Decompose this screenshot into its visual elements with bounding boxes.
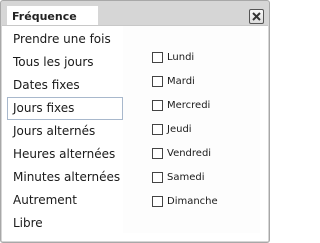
day-selection-panel: Lundi Mardi Mercredi Jeudi Vendredi Same…	[123, 26, 260, 233]
close-button[interactable]	[249, 9, 264, 24]
day-row-lundi: Lundi	[152, 45, 218, 69]
menu-item-autrement[interactable]: Autrement	[7, 189, 123, 212]
menu-item-minutes-alternees[interactable]: Minutes alternées	[7, 166, 123, 189]
frequency-menu: Prendre une fois Tous les jours Dates fi…	[7, 28, 123, 235]
day-label-mardi: Mardi	[167, 75, 195, 87]
menu-item-prendre-une-fois[interactable]: Prendre une fois	[7, 28, 123, 51]
day-checkbox-list: Lundi Mardi Mercredi Jeudi Vendredi Same…	[152, 45, 218, 213]
day-label-jeudi: Jeudi	[167, 123, 192, 135]
menu-item-dates-fixes[interactable]: Dates fixes	[7, 74, 123, 97]
day-row-mardi: Mardi	[152, 69, 218, 93]
menu-item-libre[interactable]: Libre	[7, 212, 123, 235]
menu-item-jours-alternes[interactable]: Jours alternés	[7, 120, 123, 143]
day-label-samedi: Samedi	[167, 171, 205, 183]
tab-frequence[interactable]: Fréquence	[7, 6, 98, 26]
close-icon	[252, 12, 261, 21]
checkbox-lundi[interactable]	[152, 51, 163, 63]
day-row-samedi: Samedi	[152, 165, 218, 189]
day-row-vendredi: Vendredi	[152, 141, 218, 165]
day-row-mercredi: Mercredi	[152, 93, 218, 117]
frequency-dialog: Fréquence Prendre une fois Tous les jour…	[0, 0, 270, 243]
menu-item-jours-fixes[interactable]: Jours fixes	[7, 97, 123, 120]
day-label-vendredi: Vendredi	[167, 147, 212, 159]
checkbox-vendredi[interactable]	[152, 147, 163, 159]
checkbox-mardi[interactable]	[152, 75, 163, 87]
dialog-content: Prendre une fois Tous les jours Dates fi…	[2, 25, 268, 241]
day-label-lundi: Lundi	[167, 51, 195, 63]
day-label-dimanche: Dimanche	[167, 195, 218, 207]
checkbox-samedi[interactable]	[152, 171, 163, 183]
day-row-dimanche: Dimanche	[152, 189, 218, 213]
checkbox-dimanche[interactable]	[152, 195, 163, 207]
tab-strip: Fréquence	[2, 2, 268, 26]
day-label-mercredi: Mercredi	[167, 99, 211, 111]
day-row-jeudi: Jeudi	[152, 117, 218, 141]
menu-item-tous-les-jours[interactable]: Tous les jours	[7, 51, 123, 74]
menu-item-heures-alternees[interactable]: Heures alternées	[7, 143, 123, 166]
checkbox-mercredi[interactable]	[152, 99, 163, 111]
checkbox-jeudi[interactable]	[152, 123, 163, 135]
